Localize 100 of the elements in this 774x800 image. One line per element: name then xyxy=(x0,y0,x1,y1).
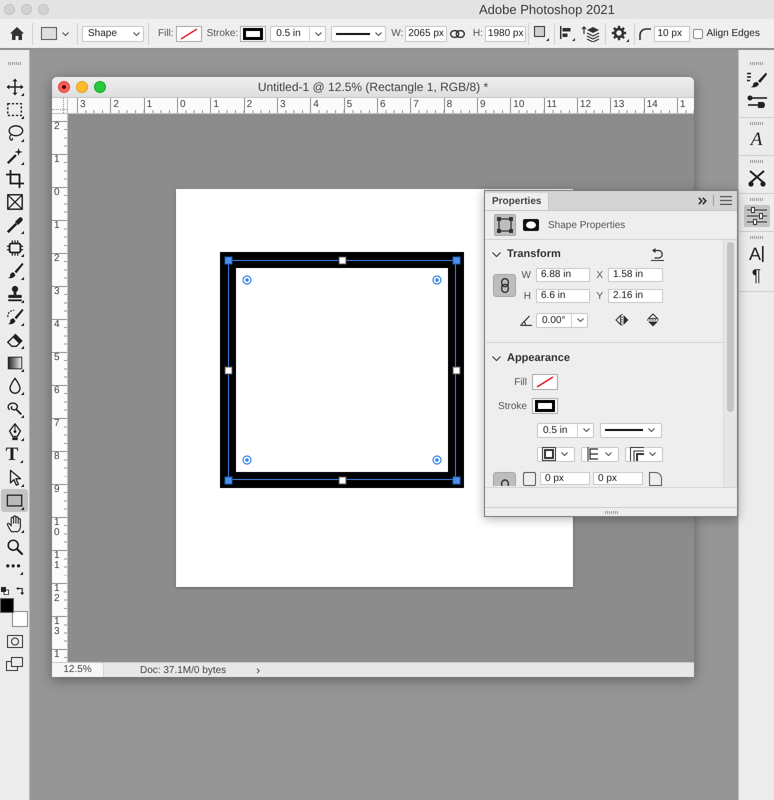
background-swatch-icon[interactable] xyxy=(12,611,28,627)
stroke-label: Stroke: xyxy=(206,28,238,39)
transform-handle[interactable] xyxy=(224,476,232,484)
stroke-width-dropdown[interactable]: 0.5 in xyxy=(537,422,594,438)
zoom-button[interactable] xyxy=(94,81,106,93)
flip-horizontal-icon[interactable] xyxy=(615,314,629,326)
radius-handle[interactable] xyxy=(242,275,252,285)
caret-icon xyxy=(315,32,322,36)
panel-tab[interactable]: Properties xyxy=(485,193,550,210)
height-field[interactable]: 1980 px xyxy=(484,26,526,42)
ruler-label: 9 xyxy=(53,485,61,495)
rectangle-icon xyxy=(6,492,24,510)
transform-handle[interactable] xyxy=(338,256,346,264)
menu-icon[interactable] xyxy=(720,196,732,205)
align-edges-checkbox[interactable] xyxy=(693,28,704,38)
ruler-label: 2 xyxy=(112,99,119,110)
double-chevron-icon[interactable] xyxy=(698,196,707,204)
width-label: W: xyxy=(391,28,404,39)
bounding-box-button[interactable] xyxy=(494,214,516,236)
swap-arrow-icon[interactable] xyxy=(16,587,24,595)
angle-icon xyxy=(520,314,532,326)
ruler-label: 10 xyxy=(53,518,61,538)
radius-field[interactable]: 10 px xyxy=(654,26,690,42)
grip-icon[interactable] xyxy=(750,122,763,125)
ruler-origin-icon xyxy=(52,98,67,113)
y-field[interactable]: 2.16 in xyxy=(608,289,663,303)
reset-icon[interactable] xyxy=(651,248,664,260)
ruler-label: 8 xyxy=(53,452,61,462)
rectangle-tool[interactable] xyxy=(1,489,28,512)
properties-button[interactable] xyxy=(744,205,770,227)
crossed-box-icon xyxy=(6,192,24,210)
section-title: Appearance xyxy=(507,352,570,364)
transform-handle[interactable] xyxy=(224,256,232,264)
grip-icon[interactable] xyxy=(750,198,763,201)
stroke-type-dropdown[interactable] xyxy=(331,26,386,42)
transform-handle[interactable] xyxy=(452,366,460,374)
fill-button[interactable] xyxy=(532,374,558,390)
width-field[interactable]: 2065 px xyxy=(405,26,447,42)
ruler-label: 7 xyxy=(412,99,419,110)
stroke-align-dropdown[interactable] xyxy=(537,446,575,462)
line-cap-icon xyxy=(586,447,600,461)
line-corner-dropdown[interactable] xyxy=(625,446,663,462)
default-colors-icon[interactable] xyxy=(0,587,8,595)
scrollbar-thumb[interactable] xyxy=(727,242,734,412)
angle-dropdown[interactable]: 0.00° xyxy=(536,312,588,328)
chevron-down-icon[interactable] xyxy=(492,356,501,360)
radius-handle[interactable] xyxy=(432,455,442,465)
radius-handle[interactable] xyxy=(242,455,252,465)
transform-handle[interactable] xyxy=(338,476,346,484)
link-button[interactable] xyxy=(493,472,516,486)
foreground-swatch-icon[interactable] xyxy=(0,598,14,613)
link-button[interactable] xyxy=(493,274,516,297)
move-icon xyxy=(6,78,24,96)
stamp-icon xyxy=(6,284,24,302)
corner-radius-field[interactable]: 0 px xyxy=(540,472,590,485)
stroke-button[interactable] xyxy=(240,26,266,42)
more-icon xyxy=(6,564,23,575)
fill-button[interactable] xyxy=(176,26,202,42)
character-button[interactable]: A xyxy=(744,243,770,265)
x-label: X xyxy=(595,270,604,280)
flip-vertical-icon[interactable] xyxy=(647,313,659,327)
grip-icon[interactable] xyxy=(750,62,763,65)
stroke-type-dropdown[interactable] xyxy=(600,422,662,438)
close-button[interactable] xyxy=(58,81,70,93)
eyedropper-icon xyxy=(6,216,24,234)
zoom-field[interactable]: 12.5% xyxy=(52,663,104,677)
line-cap-dropdown[interactable] xyxy=(581,446,619,462)
height-field[interactable]: 6.6 in xyxy=(536,289,590,303)
grip-icon[interactable] xyxy=(8,62,21,65)
transform-handle[interactable] xyxy=(452,476,460,484)
transform-handle[interactable] xyxy=(452,256,460,264)
grip-icon[interactable] xyxy=(750,236,763,239)
type-tool[interactable]: T xyxy=(1,443,28,466)
hand-icon xyxy=(6,514,24,532)
magic-wand-icon xyxy=(6,146,24,164)
fill-label: Fill: xyxy=(158,28,174,39)
radius-handle[interactable] xyxy=(432,275,442,285)
grip-icon[interactable] xyxy=(604,510,618,514)
y-label: Y xyxy=(595,290,604,302)
status-menu-arrow[interactable]: › xyxy=(256,664,260,676)
ruler-label: 3 xyxy=(278,99,286,110)
ruler-label: 4 xyxy=(53,320,61,330)
ruler-label: 12 xyxy=(53,584,61,604)
stroke-button[interactable] xyxy=(532,398,558,414)
square-icon xyxy=(534,26,550,41)
caret-icon xyxy=(648,428,655,432)
caret-icon xyxy=(133,32,140,36)
corner-radius-field[interactable]: 0 px xyxy=(593,472,643,485)
transform-handle[interactable] xyxy=(224,366,232,374)
mask-icon xyxy=(523,219,539,231)
paragraph-button[interactable]: ¶ xyxy=(744,265,770,287)
mode-dropdown[interactable]: Shape xyxy=(82,26,144,42)
ruler-label: 1 xyxy=(678,99,686,110)
chevron-down-icon[interactable] xyxy=(492,252,501,256)
grip-icon[interactable] xyxy=(750,160,763,163)
glyphs-button[interactable]: A xyxy=(744,129,770,151)
width-field[interactable]: 6.88 in xyxy=(536,268,590,282)
stroke-width-dropdown[interactable]: 0.5 in xyxy=(270,26,326,42)
x-field[interactable]: 1.58 in xyxy=(608,268,663,282)
chain-icon xyxy=(500,477,508,486)
